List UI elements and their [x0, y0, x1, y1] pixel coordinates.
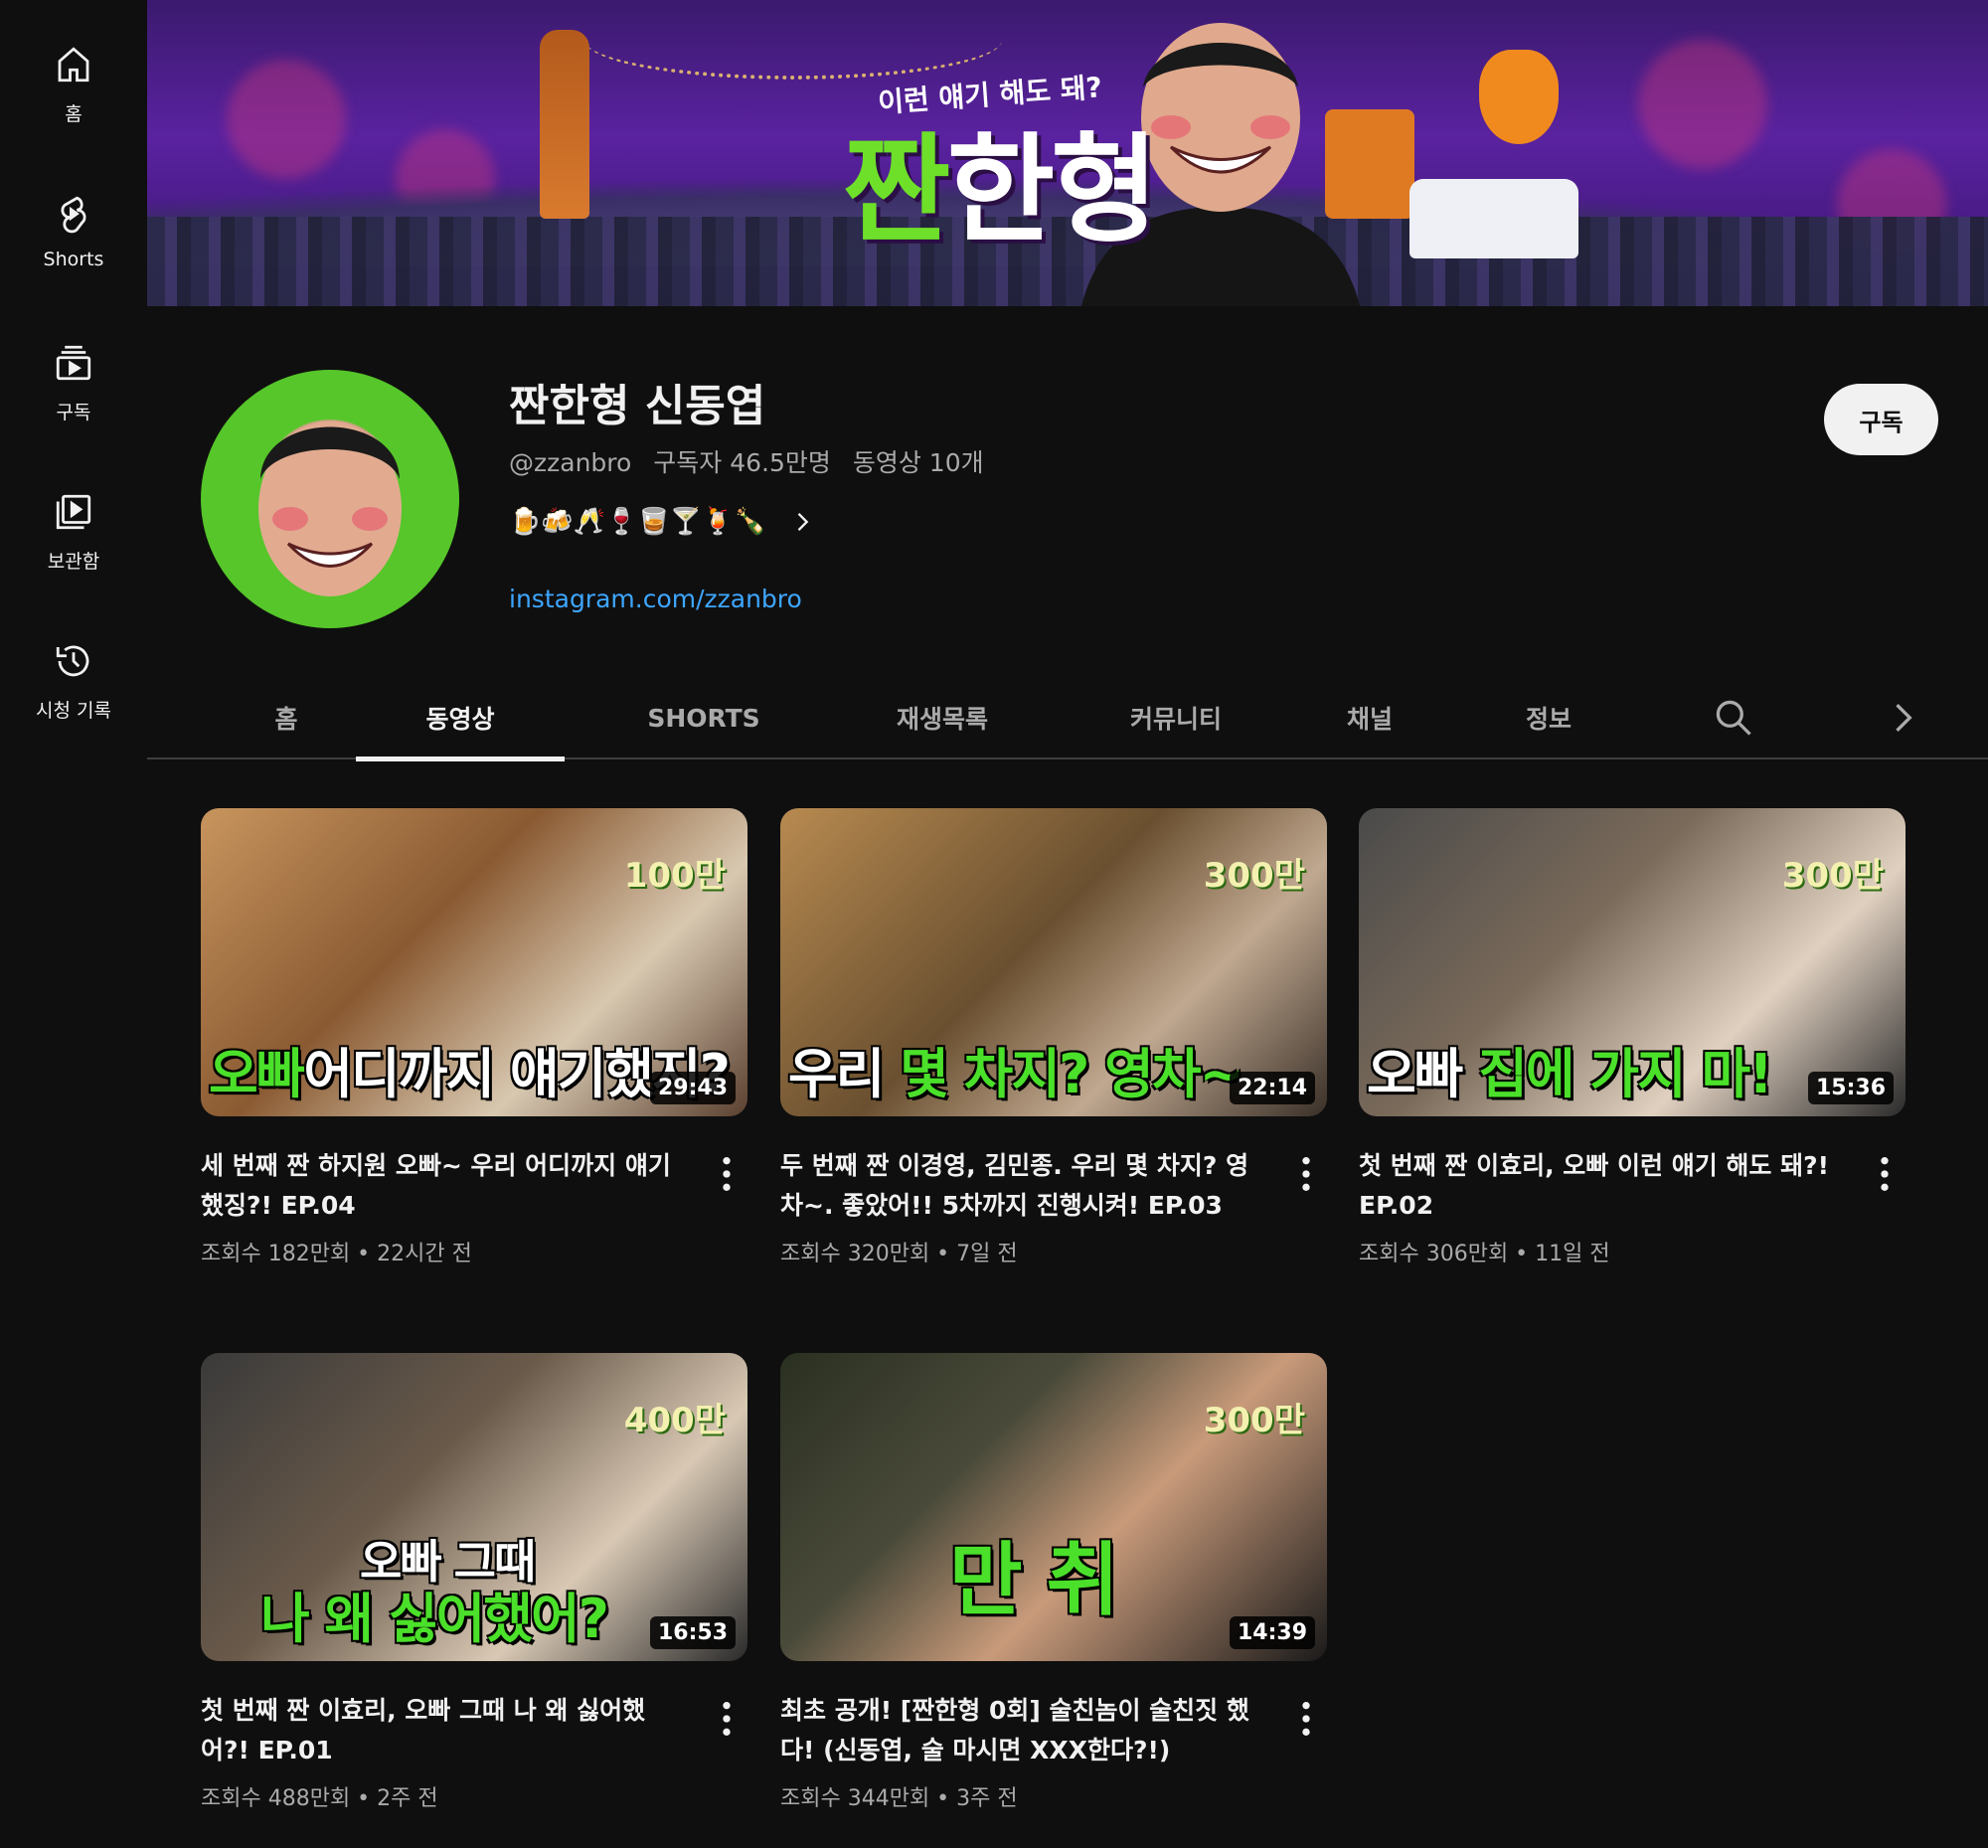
thumbnail-view-badge: 300만 [1203, 856, 1305, 896]
video-thumbnail[interactable]: 300만 만 취 14:39 [780, 1353, 1327, 1661]
library-icon [56, 494, 91, 530]
channel-meta: @zzanbro 구독자 46.5만명 동영상 10개 [509, 443, 998, 479]
video-count: 동영상 10개 [852, 448, 984, 477]
banner-logo-accent: 짠 [843, 121, 951, 258]
video-duration: 16:53 [649, 1616, 736, 1649]
chevron-right-icon [797, 513, 809, 531]
upload-age: 7일 전 [956, 1242, 1018, 1266]
subscribe-button[interactable]: 구독 [1824, 384, 1938, 455]
video-title[interactable]: 첫 번째 짠 이효리, 오빠 그때 나 왜 싫어했어?! EP.01 [201, 1691, 688, 1770]
view-count: 조회수 344만회 [780, 1786, 930, 1811]
sidebar-item-label: 구독 [56, 402, 91, 423]
sidebar-item-history[interactable]: 시청 기록 [0, 596, 147, 726]
thumbnail-caption: 우리 몇 차지? 영차~ [788, 1043, 1244, 1105]
channel-banner: 이런 얘기 해도 돼? 짠한형 [147, 0, 1988, 306]
view-count: 조회수 306만회 [1359, 1242, 1509, 1266]
banner-bokeh [1638, 40, 1767, 169]
sidebar-item-label: 보관함 [47, 551, 100, 573]
sidebar: 홈 Shorts 구독 보관함 시청 기록 [0, 0, 147, 1848]
video-title[interactable]: 첫 번째 짠 이효리, 오빠 이런 얘기 해도 돼?! EP.02 [1359, 1146, 1846, 1226]
channel-description[interactable]: 🍺🍻🥂🍷🥃🍸🍹🍾 [509, 507, 816, 537]
shorts-icon [61, 196, 86, 234]
upload-age: 3주 전 [956, 1786, 1018, 1811]
banner-car-illustration [1409, 179, 1578, 258]
sidebar-item-library[interactable]: 보관함 [0, 447, 147, 577]
chevron-right-icon[interactable] [1881, 696, 1924, 740]
tab-about[interactable]: 정보 [1489, 676, 1608, 759]
banner-logo: 짠한형 [843, 94, 1159, 264]
more-options-icon[interactable] [712, 1699, 742, 1739]
thumbnail-caption: 만 취 [949, 1534, 1119, 1626]
view-count: 조회수 320만회 [780, 1242, 930, 1266]
channel-name: 짠한형 신동엽 [509, 381, 766, 431]
video-thumbnail[interactable]: 400만 오빠 그때 나 왜 싫어했어? 16:53 [201, 1353, 747, 1661]
view-count: 조회수 182만회 [201, 1242, 351, 1266]
channel-tabs: 홈 동영상 SHORTS 재생목록 커뮤니티 채널 정보 [147, 676, 1988, 761]
tab-home[interactable]: 홈 [237, 676, 336, 759]
video-title[interactable]: 두 번째 짠 이경영, 김민종. 우리 몇 차지? 영차~. 좋았어!! 5차까… [780, 1146, 1267, 1226]
banner-wine-glass-illustration [1479, 50, 1559, 144]
sidebar-item-home[interactable]: 홈 [0, 0, 147, 129]
video-duration: 29:43 [649, 1072, 736, 1104]
sidebar-item-label: 시청 기록 [36, 700, 111, 722]
sidebar-item-subscriptions[interactable]: 구독 [0, 298, 147, 427]
video-thumbnail[interactable]: 100만 오빠어디까지 얘기했지? 29:43 [201, 808, 747, 1116]
thumbnail-view-badge: 100만 [623, 856, 726, 896]
video-meta: 조회수 344만회 • 3주 전 [780, 1786, 1018, 1811]
tab-videos[interactable]: 동영상 [356, 676, 565, 761]
subscriptions-icon [56, 345, 91, 381]
more-options-icon[interactable] [1291, 1699, 1321, 1739]
tab-channels[interactable]: 채널 [1310, 676, 1429, 759]
upload-age: 11일 전 [1535, 1242, 1610, 1266]
channel-handle: @zzanbro [509, 448, 632, 477]
video-meta: 조회수 182만회 • 22시간 전 [201, 1242, 472, 1266]
channel-description-text: 🍺🍻🥂🍷🥃🍸🍹🍾 [509, 507, 766, 537]
video-thumbnail[interactable]: 300만 우리 몇 차지? 영차~ 22:14 [780, 808, 1327, 1116]
banner-logo-rest: 한형 [946, 121, 1159, 258]
video-meta: 조회수 306만회 • 11일 전 [1359, 1242, 1610, 1266]
banner-bottle-illustration [540, 30, 589, 219]
video-title[interactable]: 최초 공개! [짠한형 0회] 술친놈이 술친짓 했다! (신동엽, 술 마시면… [780, 1691, 1267, 1770]
thumbnail-view-badge: 300만 [1203, 1401, 1305, 1440]
home-icon [58, 47, 89, 83]
thumbnail-caption: 오빠 집에 가지 마! [1367, 1043, 1773, 1105]
history-icon [56, 645, 89, 677]
video-meta: 조회수 488만회 • 2주 전 [201, 1786, 438, 1811]
sidebar-item-shorts[interactable]: Shorts [0, 149, 147, 278]
upload-age: 2주 전 [377, 1786, 438, 1811]
avatar-face-illustration [258, 421, 402, 596]
video-title[interactable]: 세 번째 짠 하지원 오빠~ 우리 어디까지 얘기했징?! EP.04 [201, 1146, 688, 1226]
more-options-icon[interactable] [1291, 1154, 1321, 1194]
video-duration: 22:14 [1229, 1072, 1315, 1104]
more-options-icon[interactable] [1870, 1154, 1900, 1194]
channel-external-link[interactable]: instagram.com/zzanbro [509, 585, 802, 613]
thumbnail-view-badge: 300만 [1781, 856, 1884, 896]
upload-age: 22시간 전 [377, 1242, 472, 1266]
more-options-icon[interactable] [712, 1154, 742, 1194]
banner-bokeh [227, 60, 346, 179]
sidebar-item-label: 홈 [65, 103, 83, 125]
search-icon[interactable] [1712, 696, 1755, 740]
banner-string-lights [584, 0, 1002, 80]
tab-shorts[interactable]: SHORTS [604, 676, 803, 759]
sidebar-item-label: Shorts [43, 249, 104, 270]
video-thumbnail[interactable]: 300만 오빠 집에 가지 마! 15:36 [1359, 808, 1905, 1116]
subscriber-count: 구독자 46.5만명 [653, 448, 831, 477]
thumbnail-view-badge: 400만 [623, 1401, 726, 1440]
channel-avatar[interactable] [201, 370, 459, 628]
video-duration: 14:39 [1229, 1616, 1315, 1649]
tab-playlists[interactable]: 재생목록 [843, 676, 1042, 759]
video-duration: 15:36 [1807, 1072, 1894, 1104]
view-count: 조회수 488만회 [201, 1786, 351, 1811]
tab-community[interactable]: 커뮤니티 [1081, 676, 1270, 759]
video-meta: 조회수 320만회 • 7일 전 [780, 1242, 1018, 1266]
thumbnail-caption: 나 왜 싫어했어? [260, 1588, 609, 1650]
